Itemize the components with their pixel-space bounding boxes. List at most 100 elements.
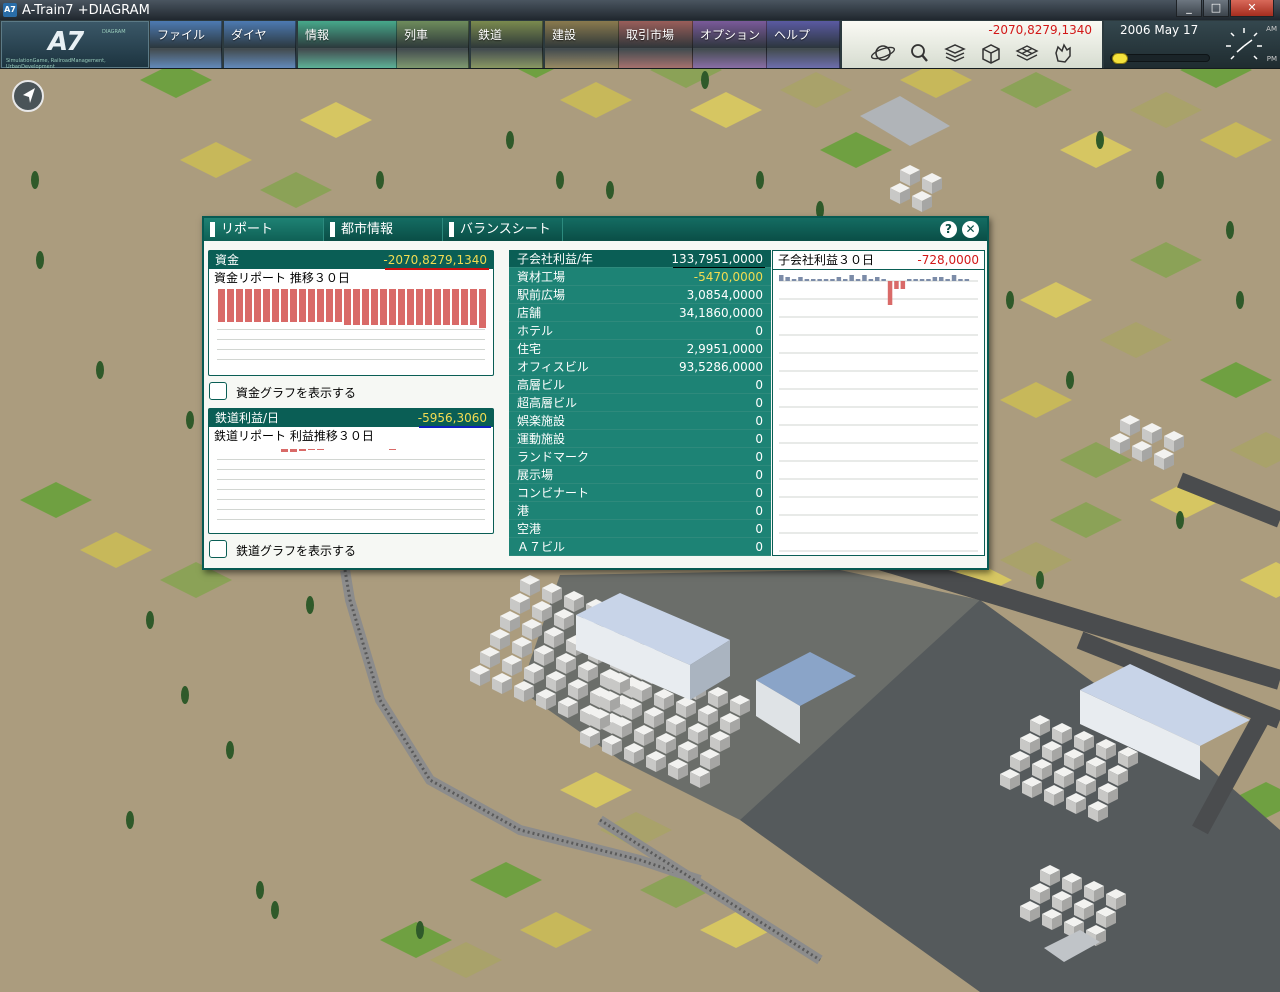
subsidiary-value: 0 — [755, 396, 763, 410]
table-row: 店舗 34,1860,0000 — [509, 304, 771, 322]
chart-bar — [397, 289, 406, 326]
table-row: Ａ７ビル 0 — [509, 538, 771, 556]
chart-bar — [316, 449, 325, 451]
chart-bar — [855, 279, 861, 281]
chart-bar — [262, 449, 271, 451]
chart-bar — [370, 289, 379, 326]
menu-info[interactable]: 情報 — [298, 21, 397, 68]
layers-icon[interactable] — [942, 41, 968, 65]
chart-bar — [298, 449, 307, 453]
subsidiary-label: コンビナート — [517, 486, 590, 500]
planet-icon[interactable] — [870, 41, 896, 65]
chart-bar — [415, 289, 424, 326]
chart-bar — [451, 289, 460, 326]
chart-bar — [244, 449, 253, 451]
subsidiary-value: 0 — [755, 414, 763, 428]
chart-bar — [280, 449, 289, 453]
subsidiary-label: 空港 — [517, 522, 542, 536]
chart-bar — [406, 449, 415, 451]
chart-bar — [388, 289, 397, 326]
menu-help[interactable]: ヘルプ — [767, 21, 840, 68]
chart-bar — [343, 289, 352, 326]
table-row: オフィスビル 93,5286,0000 — [509, 358, 771, 376]
magnifier-icon[interactable] — [906, 41, 932, 65]
menu-train[interactable]: 列車 — [397, 21, 469, 68]
chart-bar — [280, 289, 289, 323]
tab-report[interactable]: リポート — [204, 218, 324, 241]
menu-market[interactable]: 取引市場 — [619, 21, 693, 68]
maximize-button[interactable]: □ — [1203, 0, 1229, 17]
chart-bar — [433, 449, 442, 451]
chart-bar — [217, 449, 226, 451]
window-title-bar: A7 A-Train7 +DIAGRAM _ □ ✕ — [0, 0, 1280, 20]
close-report-button[interactable]: ✕ — [962, 221, 979, 238]
rail-graph-checkbox[interactable] — [209, 540, 227, 558]
rail-profit-value: -5956,3060 — [417, 411, 487, 425]
chart-bar — [244, 289, 253, 323]
chart-bar — [397, 449, 406, 451]
close-window-button[interactable]: ✕ — [1230, 0, 1274, 17]
chart-bar — [352, 449, 361, 450]
chart-bar — [894, 281, 899, 289]
money-status: -2070,8279,1340 — [842, 21, 1102, 68]
game-speed-slider[interactable] — [1110, 53, 1210, 64]
speed-slider-knob[interactable] — [1112, 53, 1128, 64]
blue-underline — [419, 426, 491, 428]
subsidiary-header-value: 133,7951,0000 — [671, 252, 763, 266]
menu-railway[interactable]: 鉄道 — [471, 21, 543, 68]
table-row: 展示場 0 — [509, 466, 771, 484]
menu-file[interactable]: ファイル — [150, 21, 222, 68]
chart-bar — [433, 289, 442, 326]
subsidiary-value: 34,1860,0000 — [679, 306, 763, 320]
chart-bar — [862, 275, 867, 281]
chart-bar — [875, 277, 880, 281]
a7-logo: A7 DIAGRAM SimulationGame, RailroadManag… — [1, 21, 149, 70]
table-row: 娯楽施設 0 — [509, 412, 771, 430]
subsidiary-value: 0 — [755, 486, 763, 500]
chart-bar — [424, 449, 433, 451]
chart-bar — [798, 277, 803, 281]
chart-bar — [469, 449, 478, 451]
chart-bar — [307, 449, 316, 451]
rail-graph-grid — [217, 449, 485, 529]
compass-icon[interactable] — [12, 80, 44, 112]
report-tabs: リポート 都市情報 バランスシート ? ✕ — [204, 218, 987, 241]
table-row: ランドマーク 0 — [509, 448, 771, 466]
subsidiary-value: 0 — [755, 324, 763, 338]
subsidiary-30day-chart — [779, 275, 978, 552]
chart-bar — [298, 289, 307, 323]
tab-balance-sheet[interactable]: バランスシート — [443, 218, 563, 241]
menu-construction[interactable]: 建設 — [545, 21, 619, 68]
rail-graph-checkbox-label: 鉄道グラフを表示する — [236, 544, 357, 558]
buildings-icon[interactable] — [978, 41, 1004, 65]
subsidiary-value: 0 — [755, 378, 763, 392]
menu-options[interactable]: オプション — [693, 21, 767, 68]
chart-bar — [939, 277, 944, 281]
tab-city-info[interactable]: 都市情報 — [324, 218, 443, 241]
chart-bar — [379, 449, 388, 450]
chart-bar — [451, 449, 460, 451]
chart-bar — [217, 289, 226, 323]
chart-bar — [830, 279, 835, 281]
funds-graph-checkbox[interactable] — [209, 382, 227, 400]
minimize-button[interactable]: _ — [1176, 0, 1202, 17]
table-row: 駅前広場 3,0854,0000 — [509, 286, 771, 304]
chart-bar — [478, 449, 487, 451]
subsidiary-header-label: 子会社利益/年 — [517, 252, 594, 266]
grid-layers-icon[interactable] — [1014, 41, 1040, 65]
chart-bar — [900, 281, 906, 289]
menu-diagram[interactable]: ダイヤ — [224, 21, 296, 68]
subsidiary-value: -5470,0000 — [693, 270, 763, 284]
funds-label: 資金 — [215, 253, 240, 267]
table-row: 超高層ビル 0 — [509, 394, 771, 412]
report-window: リポート 都市情報 バランスシート ? ✕ 資金 -2070,8279,1340… — [202, 216, 989, 570]
chart-bar — [406, 289, 415, 326]
subsidiary-label: 港 — [517, 504, 530, 518]
chart-bar — [785, 277, 790, 281]
help-button[interactable]: ? — [940, 221, 957, 238]
chart-bar — [817, 279, 822, 281]
rail-bar-chart — [217, 449, 487, 453]
hand-icon[interactable] — [1050, 41, 1076, 65]
chart-bar — [253, 289, 262, 323]
chart-bar — [442, 449, 451, 451]
